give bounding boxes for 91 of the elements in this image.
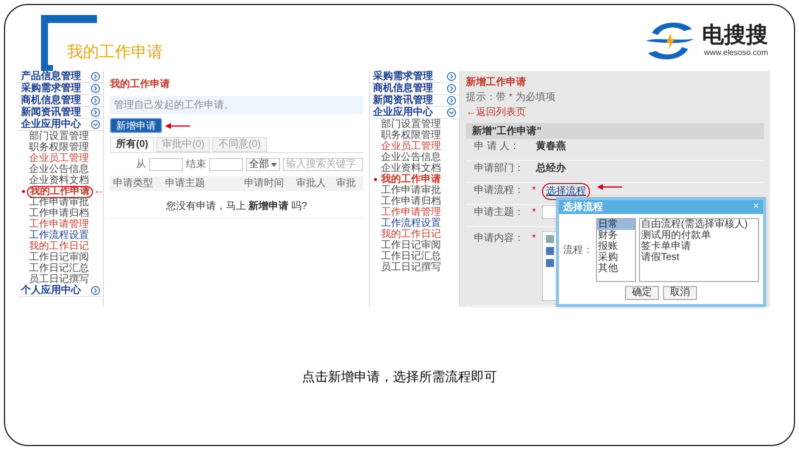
required-mark: * [532, 232, 536, 246]
required-mark: * [532, 206, 536, 220]
sidebar-item[interactable]: 工作日记审阅 [27, 252, 91, 262]
sidebar-group[interactable]: 商机信息管理 [373, 83, 433, 94]
column-header: 申请主题 [165, 176, 206, 191]
logo-url: www.elesoso.com [704, 47, 768, 59]
column-header: 申请类型 [113, 176, 154, 191]
list-option[interactable]: 请假Test [640, 252, 758, 263]
sidebar-item[interactable]: 工作流程设置 [27, 230, 91, 240]
dialog-button[interactable]: 取消 [663, 286, 697, 300]
sidebar-item[interactable]: 职务权限管理 [27, 142, 91, 152]
list-option[interactable]: 自由流程(需选择审核人) [640, 219, 758, 230]
sidebar-item[interactable]: 工作日记汇总 [379, 252, 443, 262]
field-label: 申请部门： [474, 162, 525, 176]
bullet-icon [22, 190, 25, 193]
dialog-button[interactable]: 确定 [625, 286, 659, 300]
sidebar-item[interactable]: 企业员工管理 [379, 142, 443, 152]
sidebar-group[interactable]: 新闻资讯管理 [21, 107, 81, 118]
sidebar-item[interactable]: 我的工作申请 [27, 186, 93, 198]
empty-message: 您没有申请，马上 新增申请 吗? [110, 195, 363, 219]
new-application-button[interactable]: 新增申请 [110, 118, 162, 133]
sidebar-group[interactable]: 企业应用中心 [373, 107, 433, 118]
sidebar-item[interactable]: 我的工作日记 [379, 230, 443, 240]
sidebar-item[interactable]: 部门设置管理 [379, 120, 443, 130]
list-option[interactable]: 其他 [597, 263, 635, 274]
field-value: 总经办 [536, 162, 566, 176]
list-option[interactable]: 采购 [597, 252, 635, 263]
column-header: 审批 [336, 176, 357, 191]
field-label: 流程： [563, 244, 593, 258]
sidebar-item[interactable]: 工作申请审批 [379, 186, 443, 196]
sidebar-item[interactable]: 工作申请管理 [27, 220, 91, 230]
section-title: 新增"工作申请" [472, 124, 542, 138]
sidebar-item[interactable]: 工作流程设置 [379, 218, 443, 228]
slide-title: 我的工作申请 [67, 42, 163, 63]
sidebar-group[interactable]: 企业应用中心 [21, 119, 81, 130]
list-option[interactable]: 报账 [597, 241, 635, 252]
sidebar-item[interactable]: 我的工作日记 [27, 242, 91, 252]
sidebar-group[interactable]: 采购需求管理 [373, 71, 433, 82]
sidebar-item[interactable]: 工作日记汇总 [27, 264, 91, 274]
sidebar-group[interactable]: 个人应用中心 [21, 285, 81, 296]
sidebar-item[interactable]: 员工日记撰写 [27, 274, 91, 284]
field-label: 从 [136, 158, 146, 172]
logo-name: 电搜搜 [702, 23, 768, 47]
required-mark: * [532, 184, 536, 198]
sidebar-item[interactable]: 企业公告信息 [379, 152, 443, 162]
list-option[interactable]: 日常 [597, 219, 635, 230]
list-option[interactable]: 测试用的付款单 [640, 230, 758, 241]
field-label: 申请主题： [474, 206, 525, 220]
sidebar-group[interactable]: 采购需求管理 [21, 83, 81, 94]
bullet-icon [374, 178, 377, 181]
column-header: 申请时间 [244, 176, 285, 191]
list-option[interactable]: 签卡单申请 [640, 241, 758, 252]
filter-tab[interactable]: 所有(0) [110, 137, 154, 152]
sidebar-item[interactable]: 我的工作申请 [379, 174, 443, 184]
sidebar-item[interactable]: 工作申请审批 [27, 198, 91, 208]
flow-listbox[interactable]: 自由流程(需选择审核人) 测试用的付款单 签卡单申请 请假Test [639, 218, 759, 282]
sidebar-item[interactable]: 工作申请管理 [379, 208, 443, 218]
back-link[interactable]: ←返回列表页 [466, 105, 526, 120]
annotation-arrow [164, 122, 192, 130]
field-label: 结束 [186, 158, 206, 172]
date-field[interactable] [209, 158, 243, 171]
sidebar-item[interactable]: 工作申请归档 [379, 196, 443, 206]
page-heading: 新增工作申请 [466, 75, 526, 90]
sidebar-group[interactable]: 新闻资讯管理 [373, 95, 433, 106]
field-value: 黄春燕 [536, 140, 566, 154]
slide-caption: 点击新增申请，选择所需流程即可 [302, 368, 497, 386]
info-text: 管理自己发起的工作申请。 [114, 98, 234, 112]
caret-icon [271, 162, 277, 166]
hint-text: 提示：带 * 为必填项 [466, 90, 556, 105]
page-heading: 我的工作申请 [110, 78, 170, 92]
column-header: 审批人 [296, 176, 327, 191]
field-label: 申请流程： [474, 184, 525, 198]
category-listbox[interactable]: 日常 财务 报账 采购 其他 [596, 218, 636, 282]
field-label: 申 请 人： [474, 140, 521, 154]
status-dropdown[interactable]: 全部 [246, 158, 280, 171]
sidebar-group[interactable]: 商机信息管理 [21, 95, 81, 106]
list-option[interactable]: 财务 [597, 230, 635, 241]
sidebar-item[interactable]: 部门设置管理 [27, 132, 91, 142]
sidebar-item[interactable]: 企业员工管理 [27, 154, 91, 164]
field-label: 申请内容： [474, 232, 525, 246]
annotation-arrow [596, 183, 624, 191]
sidebar-group[interactable]: 产品信息管理 [21, 71, 81, 82]
sidebar-item[interactable]: 员工日记撰写 [379, 262, 443, 272]
sidebar-item[interactable]: 职务权限管理 [379, 130, 443, 140]
dialog-title: 选择流程 [563, 200, 603, 214]
sidebar-item[interactable]: 企业资料文档 [27, 176, 91, 186]
date-field[interactable] [149, 158, 183, 171]
sidebar-item[interactable]: 工作日记审阅 [379, 240, 443, 250]
sidebar-item[interactable]: 企业资料文档 [379, 164, 443, 174]
sidebar-item[interactable]: 企业公告信息 [27, 164, 91, 174]
sidebar-item[interactable]: 工作申请归档 [27, 208, 91, 218]
